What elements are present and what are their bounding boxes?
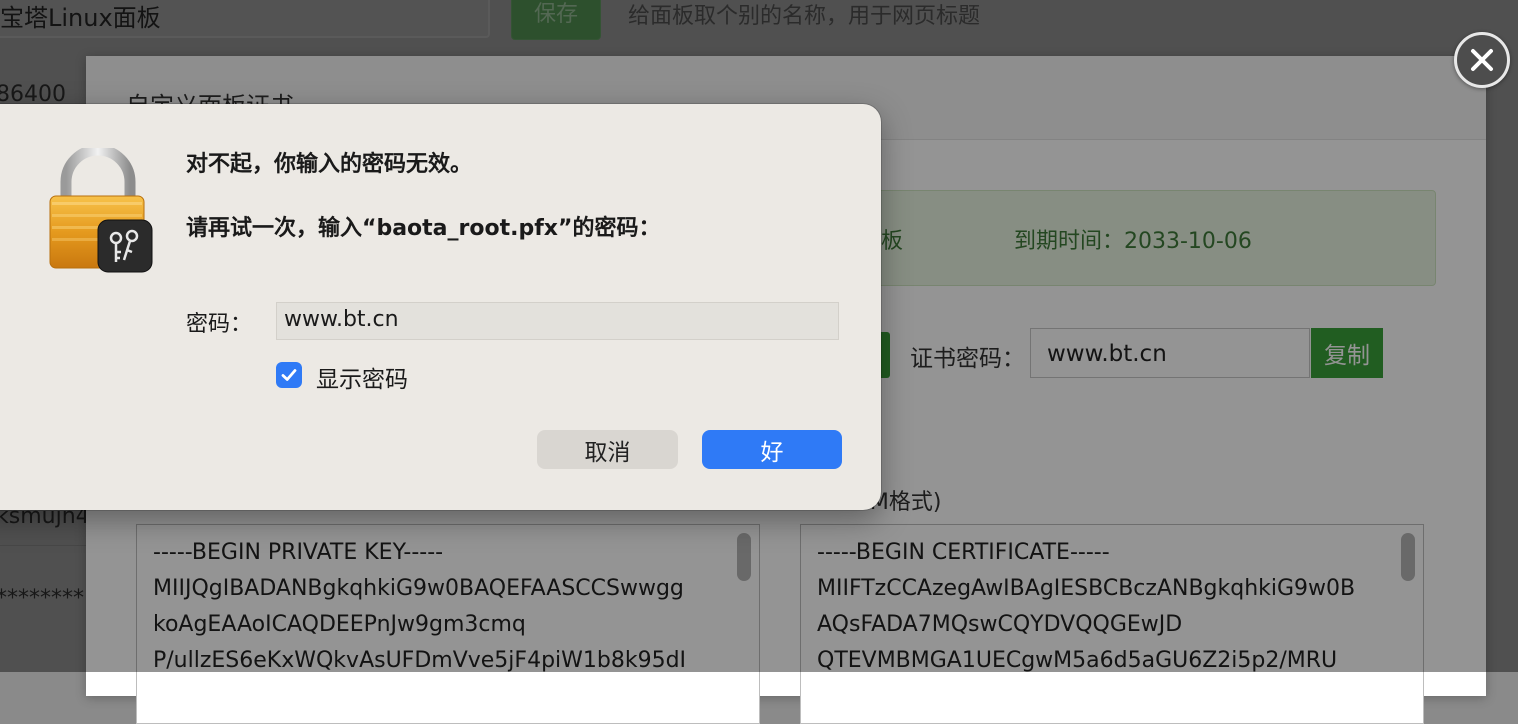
close-modal-button[interactable] [1454,32,1510,88]
cancel-button[interactable]: 取消 [537,430,678,469]
dialog-title: 对不起，你输入的密码无效。 [186,152,473,177]
password-dialog: 对不起，你输入的密码无效。 请再试一次，输入“baota_root.pfx”的密… [0,104,881,510]
ok-button[interactable]: 好 [702,430,842,469]
close-icon [1471,49,1493,71]
show-password-label[interactable]: 显示密码 [316,360,408,394]
checkmark-icon [281,369,297,381]
dialog-subtitle: 请再试一次，输入“baota_root.pfx”的密码： [186,216,661,241]
password-input[interactable]: www.bt.cn [276,302,839,340]
show-password-checkbox[interactable] [276,362,302,388]
password-label: 密码： [186,312,253,337]
lock-icon [49,148,153,273]
